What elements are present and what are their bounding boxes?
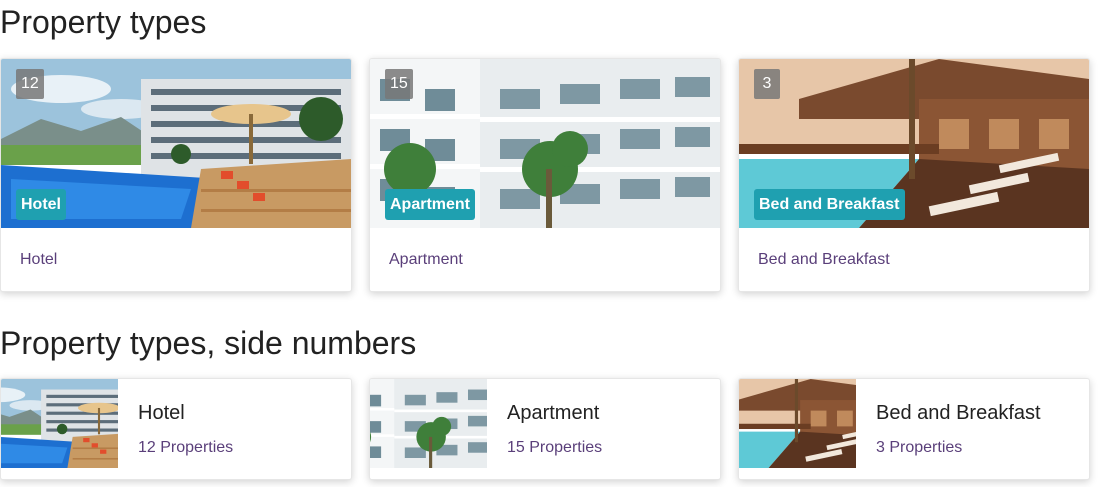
card-label-link[interactable]: Bed and Breakfast	[758, 251, 890, 269]
properties-count-link[interactable]: 12 Properties	[138, 439, 233, 457]
property-card-hotel[interactable]: 12 Hotel Hotel	[0, 58, 352, 292]
property-type-name: Hotel	[138, 402, 185, 424]
property-card-bed-and-breakfast[interactable]: 3 Bed and Breakfast Bed and Breakfast	[738, 58, 1090, 292]
type-tag: Hotel	[16, 189, 66, 220]
property-type-name: Apartment	[507, 402, 600, 424]
card-label-link[interactable]: Hotel	[20, 251, 57, 269]
apartment-courtyard-thumbnail	[370, 379, 487, 468]
bnb-deck-thumbnail	[739, 379, 856, 468]
type-tag: Apartment	[385, 189, 476, 220]
properties-count-link[interactable]: 15 Properties	[507, 439, 602, 457]
property-types-heading: Property types	[0, 4, 207, 40]
property-row-hotel[interactable]: Hotel 12 Properties	[0, 378, 352, 480]
property-card-apartment[interactable]: 15 Apartment Apartment	[369, 58, 721, 292]
count-badge: 3	[754, 69, 780, 99]
properties-count-link[interactable]: 3 Properties	[876, 439, 962, 457]
count-badge: 15	[385, 69, 413, 99]
property-row-bed-and-breakfast[interactable]: Bed and Breakfast 3 Properties	[738, 378, 1090, 480]
card-label-link[interactable]: Apartment	[389, 251, 463, 269]
property-types-side-numbers-heading: Property types, side numbers	[0, 325, 417, 361]
property-row-apartment[interactable]: Apartment 15 Properties	[369, 378, 721, 480]
count-badge: 12	[16, 69, 44, 99]
property-type-name: Bed and Breakfast	[876, 402, 1041, 424]
type-tag: Bed and Breakfast	[754, 189, 905, 220]
hotel-pool-thumbnail	[1, 379, 118, 468]
